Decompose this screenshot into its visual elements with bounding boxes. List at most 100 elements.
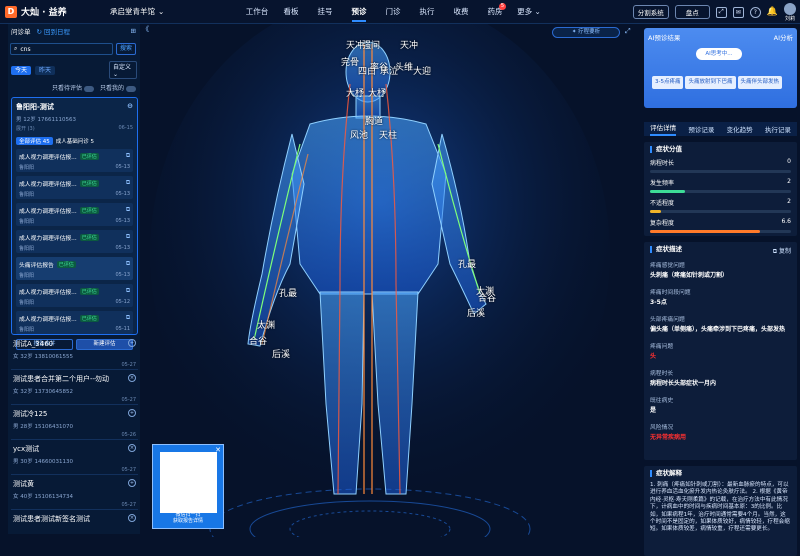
ai-analysis-link[interactable]: AI分析: [774, 32, 793, 42]
tab-consult-list[interactable]: 问诊单: [11, 26, 31, 36]
report-title: 成人视力调理评估报...: [19, 236, 77, 242]
explain-text: 1. 刺痛（疼痛如针刺或刀割）：最新血脉瘀的特点，可以进行养血活血化瘀升发内热论…: [650, 482, 790, 533]
patient-list-item[interactable]: 测试患者合并第二个用户--勿动 × 女 32岁 13730645852 05-27: [11, 370, 138, 405]
tab-back-schedule[interactable]: ↻ 回到日程: [37, 26, 71, 36]
search-icon: ⌕: [14, 45, 18, 52]
search-input[interactable]: ⌕ cns: [10, 43, 113, 55]
tab-assessment-detail[interactable]: 评估详情: [650, 122, 677, 136]
avatar[interactable]: 刘莉: [784, 2, 796, 22]
new-assessment-button[interactable]: 新建评估: [76, 339, 133, 350]
nav-registration[interactable]: 挂号: [308, 0, 342, 24]
ai-analysis-button[interactable]: ✦ 疗程要析: [552, 27, 620, 38]
patient-info: 男 28岁 15106431070: [13, 424, 73, 430]
filter-yesterday[interactable]: 昨天: [35, 65, 56, 75]
patient-card-active[interactable]: 鲁阳阳-测试 ⊖ 男 12岁 17661110563 展开 (3) 06-15 全部…: [11, 97, 138, 350]
add-icon[interactable]: +: [128, 409, 136, 417]
tab-prediagnosis-record[interactable]: 预诊记录: [688, 124, 714, 134]
pharmacy-badge: 5: [498, 3, 506, 10]
acupoint-label[interactable]: 天冲: [400, 38, 418, 51]
collapse-sidebar-icon[interactable]: 《: [142, 24, 149, 34]
acupoint-label[interactable]: 天柱: [379, 128, 397, 141]
acupoint-label[interactable]: 风池: [350, 128, 368, 141]
copy-icon[interactable]: ⧉: [126, 234, 130, 241]
report-doctor: 鲁阳阳: [19, 327, 35, 333]
nav-charge[interactable]: 收费: [444, 0, 478, 24]
patient-list-item[interactable]: 测试冷125 + 男 28岁 15106431070 05-26: [11, 405, 138, 440]
acupoint-label[interactable]: 太渊: [257, 318, 275, 331]
nav-clinic[interactable]: 门诊: [376, 0, 410, 24]
nav-board[interactable]: 看板: [274, 0, 308, 24]
metric-row: 复杂程度 6.6: [650, 218, 791, 233]
acupoint-label[interactable]: 率谷: [370, 60, 388, 73]
add-icon[interactable]: +: [128, 479, 136, 487]
acupoint-label[interactable]: 后溪: [467, 306, 485, 319]
acupoint-label[interactable]: 后溪: [272, 347, 290, 360]
acupoint-label[interactable]: 合谷: [478, 291, 496, 304]
status-badge: 已评估: [56, 261, 76, 268]
patient-list-item[interactable]: ycx测试 × 男 30岁 14660031130 05-27: [11, 440, 138, 475]
add-icon[interactable]: ⊞: [131, 27, 136, 35]
copy-icon[interactable]: ⧉: [126, 261, 130, 268]
tab-trend[interactable]: 变化趋势: [727, 124, 753, 134]
nav-pharmacy[interactable]: 药房 5: [478, 0, 512, 24]
symptom-chip[interactable]: 3-5点疼痛: [652, 76, 684, 89]
copy-icon[interactable]: ⧉: [126, 288, 130, 295]
expand-icon[interactable]: ⤢: [625, 27, 634, 36]
section-title: 症状描述: [650, 246, 791, 253]
mail-icon[interactable]: ✉: [732, 6, 744, 18]
report-item[interactable]: 成人视力调理评估报... 已评估 ⧉ 鲁阳阳 05-13: [16, 149, 133, 172]
copy-button[interactable]: ⧉ 复制: [773, 246, 791, 256]
bell-icon[interactable]: 🔔: [767, 7, 778, 17]
copy-icon[interactable]: ⧉: [126, 180, 130, 187]
acupoint-label[interactable]: 合谷: [249, 334, 267, 347]
clinic-selector[interactable]: 承启堂青羊馆 ⌄: [110, 6, 164, 17]
filter-select[interactable]: 自定义 ⌄: [109, 61, 137, 79]
nav-execute[interactable]: 执行: [410, 0, 444, 24]
report-item[interactable]: 头痛评估报告 已评估 ⧉ 鲁阳阳 05-13: [16, 257, 133, 280]
acupoint-label[interactable]: 完骨: [341, 55, 359, 68]
report-title: 成人视力调理评估报...: [19, 155, 77, 161]
close-icon[interactable]: ×: [128, 514, 136, 522]
copy-icon[interactable]: ⧉: [126, 207, 130, 214]
collapse-icon[interactable]: ⊖: [127, 102, 133, 112]
detail-tabs: 评估详情 预诊记录 变化趋势 执行记录: [644, 122, 797, 136]
report-doctor: 鲁阳阳: [19, 273, 35, 279]
close-icon[interactable]: ✕: [215, 446, 221, 454]
search-button[interactable]: 搜索: [116, 43, 136, 55]
symptom-chip[interactable]: 头痛伴头部发热: [737, 76, 783, 89]
acupoint-label[interactable]: 孔最: [458, 257, 476, 270]
help-icon[interactable]: ?: [749, 6, 761, 18]
close-icon[interactable]: ×: [128, 444, 136, 452]
report-item[interactable]: 成人视力调理评估报... 已评估 ⧉ 鲁阳阳 05-13: [16, 176, 133, 199]
report-item[interactable]: 成人视力调理评估报... 已评估 ⧉ 鲁阳阳 05-13: [16, 230, 133, 253]
nav-workbench[interactable]: 工作台: [240, 0, 274, 24]
close-icon[interactable]: ×: [128, 374, 136, 382]
category-all[interactable]: 全部评估 45: [16, 137, 53, 145]
nav-prediagnosis[interactable]: 预诊: [342, 0, 376, 24]
copy-icon[interactable]: ⧉: [126, 315, 130, 322]
tab-execution-record[interactable]: 执行记录: [765, 124, 791, 134]
add-icon[interactable]: +: [128, 339, 136, 347]
acupoint-label[interactable]: 胸道: [365, 114, 383, 127]
category-adult[interactable]: 成人基础问诊 5: [56, 137, 94, 145]
brand-logo[interactable]: D 大灿 · 益养: [5, 5, 110, 18]
copy-icon[interactable]: ⧉: [126, 153, 130, 160]
symptom-chip[interactable]: 头痛放射到下巴痛: [685, 76, 736, 89]
patient-list-item[interactable]: 测试黄 + 女 40岁 15106134734 05-27: [11, 475, 138, 510]
acupoint-label[interactable]: 大杼: [368, 86, 386, 99]
split-system-button[interactable]: 分割系统: [632, 5, 669, 19]
report-item[interactable]: 成人视力调理评估报... 已评估 ⧉ 鲁阳阳 05-13: [16, 203, 133, 226]
acupoint-label[interactable]: 大杼: [346, 86, 364, 99]
acupoint-label[interactable]: 孔最: [279, 286, 297, 299]
checkout-button[interactable]: 盘点: [674, 5, 710, 19]
acupoint-label[interactable]: 大迎: [413, 64, 431, 77]
patient-list-item[interactable]: 测试患者测试新签名测试 ×: [11, 510, 138, 534]
report-item[interactable]: 成人视力调理评估报... 已评估 ⧉ 鲁阳阳 05-11: [16, 311, 133, 334]
fullscreen-icon[interactable]: ⤢: [715, 6, 727, 18]
filter-today[interactable]: 今天: [11, 65, 32, 75]
toggle-mine[interactable]: 只看我的: [100, 83, 136, 92]
nav-more[interactable]: 更多 ⌄: [512, 0, 546, 24]
acupoint-label[interactable]: 强间: [362, 38, 380, 51]
toggle-unread[interactable]: 只看待评估: [52, 83, 94, 92]
report-item[interactable]: 成人视力调理评估报... 已评估 ⧉ 鲁阳阳 05-12: [16, 284, 133, 307]
